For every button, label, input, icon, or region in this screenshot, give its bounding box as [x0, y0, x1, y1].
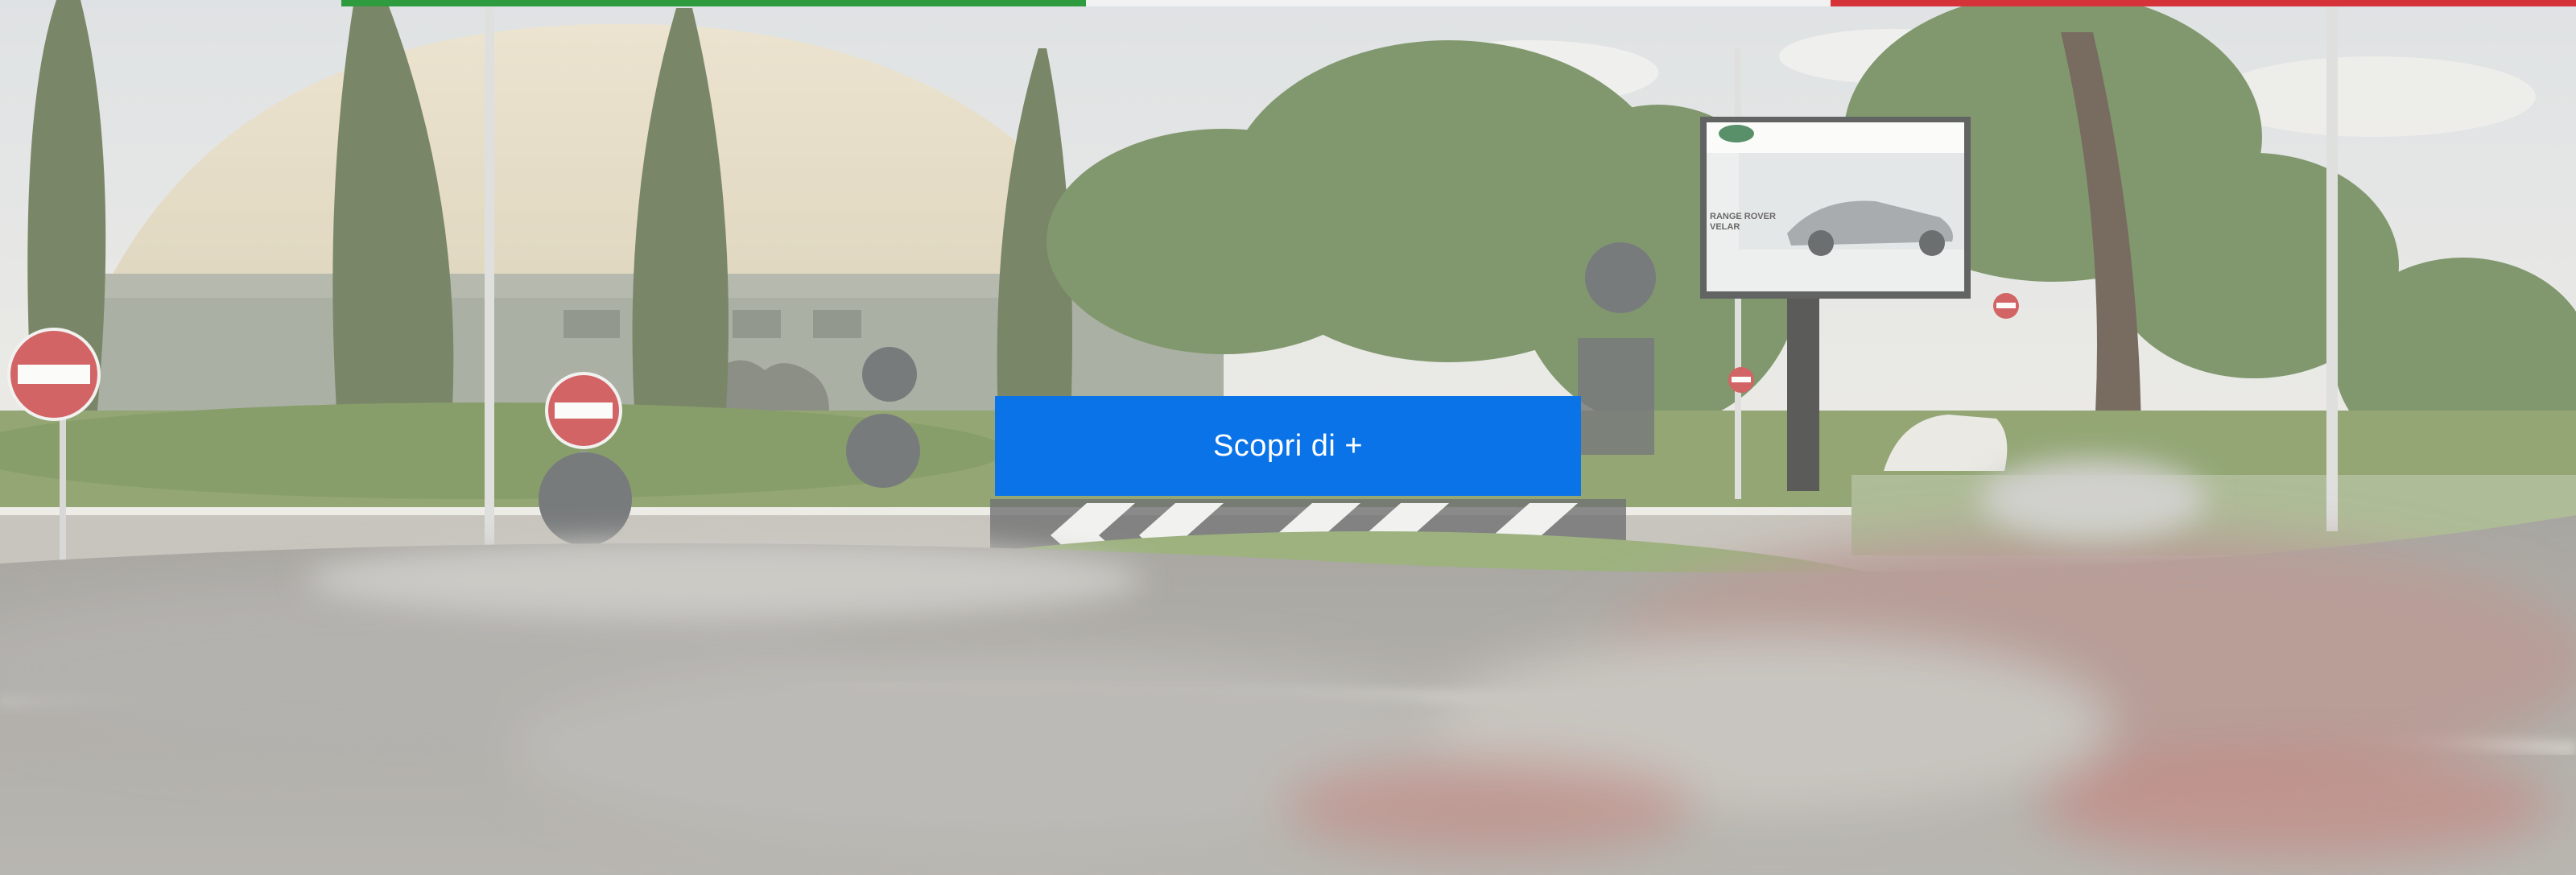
- tricolor-top-bar: [341, 0, 2576, 6]
- flag-white-segment: [1086, 0, 1831, 6]
- discover-more-button[interactable]: Scopri di +: [995, 396, 1581, 496]
- flag-green-segment: [341, 0, 1086, 6]
- hero-banner: RANGE ROVER VELAR Scopri di +: [0, 0, 2576, 875]
- flag-red-segment: [1831, 0, 2576, 6]
